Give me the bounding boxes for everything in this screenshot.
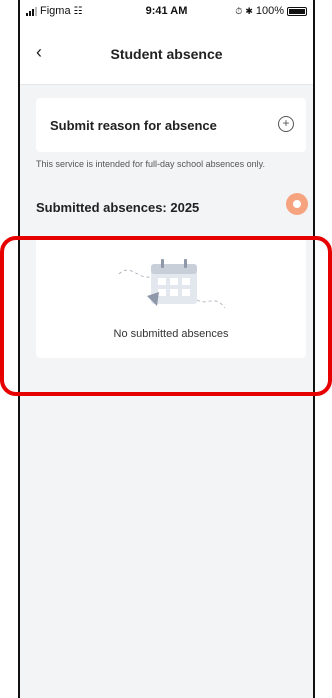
empty-state-card: No submitted absences (36, 236, 306, 358)
battery-percent: 100% (255, 5, 284, 17)
plus-circle-icon: + (278, 116, 294, 132)
group-icon[interactable] (286, 193, 308, 215)
alarm-icon: ⏱ (235, 5, 243, 16)
full-day-notice: This service is intended for full-day sc… (36, 159, 265, 169)
status-bar: Figma ☷ 9:41 AM ⏱ ✱ 100% (20, 0, 313, 26)
page-title: Student absence (110, 46, 223, 62)
battery-icon (287, 6, 307, 16)
nav-bar: ‹ Student absence (20, 26, 313, 85)
bluetooth-icon: ✱ (245, 5, 253, 16)
submit-reason-button[interactable]: Submit reason for absence + (36, 98, 306, 152)
calendar-icon (118, 259, 226, 309)
submitted-absences-title: Submitted absences: 2025 (36, 200, 200, 215)
phone-frame: Figma ☷ 9:41 AM ⏱ ✱ 100% ‹ Student absen… (18, 0, 315, 698)
submit-reason-label: Submit reason for absence (50, 118, 217, 133)
status-right: ⏱ ✱ 100% (235, 5, 307, 17)
empty-state-text: No submitted absences (113, 328, 229, 340)
